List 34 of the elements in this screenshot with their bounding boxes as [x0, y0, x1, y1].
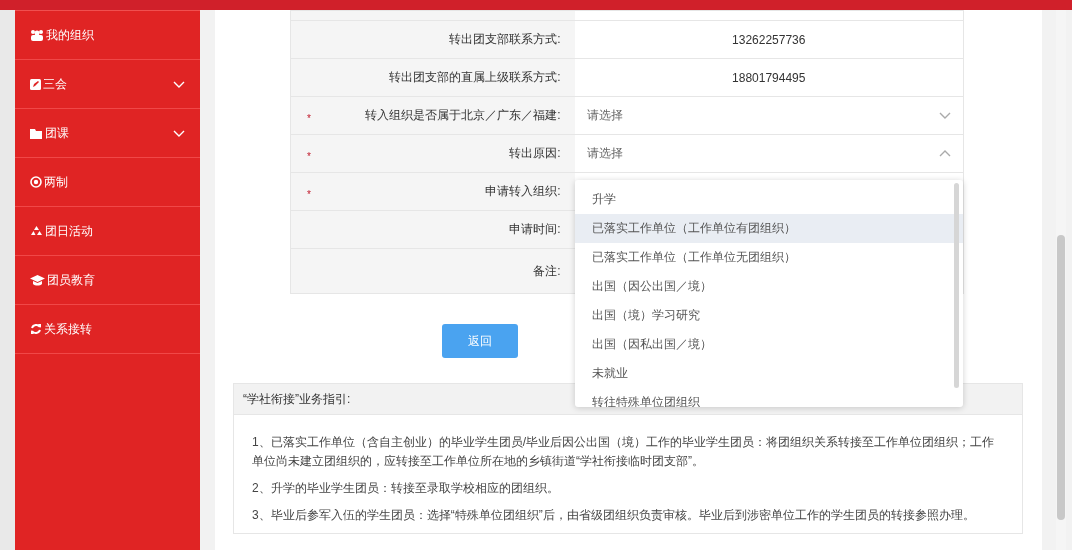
dropdown-option[interactable]: 转往特殊单位团组织 [575, 388, 963, 407]
chevron-down-icon [173, 129, 185, 137]
required-mark: * [307, 113, 311, 124]
scrollbar[interactable] [954, 183, 959, 388]
guide-paragraph: 1、已落实工作单位（含自主创业）的毕业学生团员/毕业后因公出国（境）工作的毕业学生团员：将团组织关系转接至工作单位团组织；工作单位尚未建立团组织的，应转接至工作单位所在地的乡镇街道“学社衔接临时团支部”。 [252, 434, 994, 470]
select-field[interactable]: 请选择 [574, 135, 963, 172]
dropdown-option[interactable]: 出国（境）学习研究 [575, 301, 963, 330]
field-value: 13262257736 [731, 32, 807, 47]
target-icon [30, 176, 42, 188]
people-icon [30, 29, 44, 41]
chevron-down-icon [173, 80, 185, 88]
refresh-icon [30, 323, 42, 335]
field-label: 转入组织是否属于北京／广东／福建: [365, 107, 561, 124]
scrollbar-thumb[interactable] [1057, 235, 1065, 520]
field-label: 转出团支部的直属上级联系方式: [389, 69, 561, 86]
guide-paragraph: 3、毕业后参军入伍的学生团员：选择“特殊单位团组织”后，由省级团组织负责审核。毕业后到涉密单位工作的学生团员的转接参照办理。 [252, 507, 976, 524]
graduation-cap-icon [30, 274, 45, 286]
dropdown-option[interactable]: 出国（因私出国／境） [575, 330, 963, 359]
edit-icon [30, 78, 41, 90]
folder-icon [30, 127, 43, 139]
dropdown-option[interactable]: 升学 [575, 185, 963, 214]
field-label: 申请时间: [509, 221, 561, 238]
dropdown-option[interactable]: 已落实工作单位（工作单位无团组织） [575, 243, 963, 272]
dropdown-option[interactable]: 已落实工作单位（工作单位有团组织） [575, 214, 963, 243]
field-label: 转出团支部联系方式: [449, 31, 561, 48]
dropdown-option[interactable]: 出国（因公出国／境） [575, 272, 963, 301]
guide-paragraph: 2、升学的毕业学生团员：转接至录取学校相应的团组织。 [252, 480, 560, 497]
field-label: 转出原因: [509, 145, 561, 162]
select-field[interactable]: 请选择 [574, 97, 963, 134]
required-mark: * [307, 189, 311, 200]
field-label: 备注: [533, 262, 561, 280]
required-mark: * [307, 151, 311, 162]
field-label: 申请转入组织: [485, 183, 561, 200]
field-value: 18801794495 [731, 70, 807, 85]
